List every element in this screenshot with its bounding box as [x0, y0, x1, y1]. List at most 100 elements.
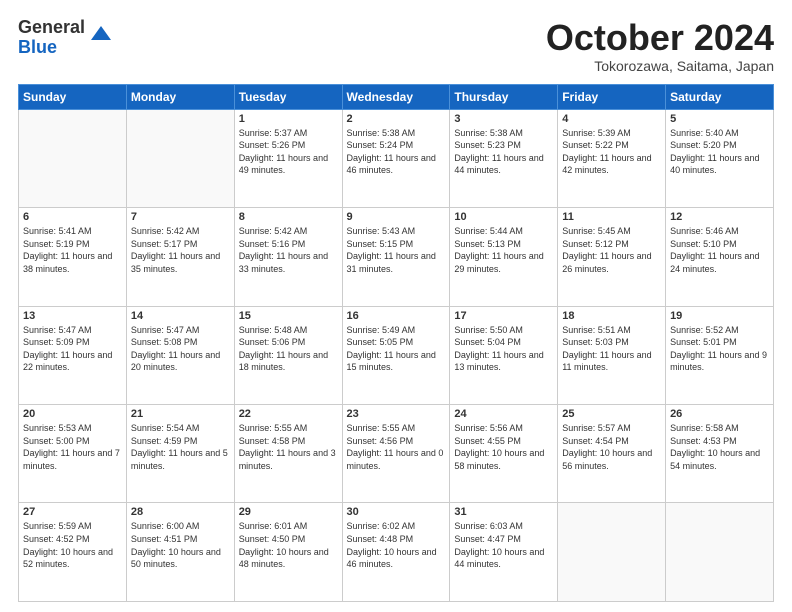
day-number: 17 — [454, 310, 553, 322]
day-info: Sunrise: 5:39 AMSunset: 5:22 PMDaylight:… — [562, 127, 661, 177]
calendar-cell: 28 Sunrise: 6:00 AMSunset: 4:51 PMDayligh… — [126, 503, 234, 602]
calendar-cell: 30 Sunrise: 6:02 AMSunset: 4:48 PMDayligh… — [342, 503, 450, 602]
day-number: 16 — [347, 310, 446, 322]
calendar-cell: 6 Sunrise: 5:41 AMSunset: 5:19 PMDaylight… — [19, 208, 127, 306]
calendar-cell: 20 Sunrise: 5:53 AMSunset: 5:00 PMDayligh… — [19, 405, 127, 503]
calendar-cell: 12Sunrise: 5:46 AMSunset: 5:10 PMDayligh… — [666, 208, 774, 306]
calendar-cell: 8Sunrise: 5:42 AMSunset: 5:16 PMDaylight… — [234, 208, 342, 306]
day-number: 5 — [670, 113, 769, 125]
logo-text: General Blue — [18, 18, 85, 58]
day-info: Sunrise: 5:40 AMSunset: 5:20 PMDaylight:… — [670, 127, 769, 177]
calendar-cell: 3Sunrise: 5:38 AMSunset: 5:23 PMDaylight… — [450, 109, 558, 207]
calendar-cell: 31 Sunrise: 6:03 AMSunset: 4:47 PMDayligh… — [450, 503, 558, 602]
calendar-cell: 27 Sunrise: 5:59 AMSunset: 4:52 PMDayligh… — [19, 503, 127, 602]
calendar-cell: 21 Sunrise: 5:54 AMSunset: 4:59 PMDayligh… — [126, 405, 234, 503]
col-header-tuesday: Tuesday — [234, 84, 342, 109]
calendar-header-row: SundayMondayTuesdayWednesdayThursdayFrid… — [19, 84, 774, 109]
col-header-friday: Friday — [558, 84, 666, 109]
calendar-week-4: 20 Sunrise: 5:53 AMSunset: 5:00 PMDayligh… — [19, 405, 774, 503]
day-number: 30 — [347, 506, 446, 518]
day-info: Sunrise: 5:51 AMSunset: 5:03 PMDaylight:… — [562, 324, 661, 374]
calendar-cell: 2 Sunrise: 5:38 AMSunset: 5:24 PMDaylight… — [342, 109, 450, 207]
day-info: Sunrise: 5:50 AMSunset: 5:04 PMDaylight:… — [454, 324, 553, 374]
calendar-cell: 17 Sunrise: 5:50 AMSunset: 5:04 PMDayligh… — [450, 306, 558, 404]
calendar-cell: 19 Sunrise: 5:52 AMSunset: 5:01 PMDayligh… — [666, 306, 774, 404]
calendar-cell: 22 Sunrise: 5:55 AMSunset: 4:58 PMDayligh… — [234, 405, 342, 503]
calendar-cell: 1 Sunrise: 5:37 AMSunset: 5:26 PMDaylight… — [234, 109, 342, 207]
col-header-wednesday: Wednesday — [342, 84, 450, 109]
day-number: 28 — [131, 506, 230, 518]
calendar-cell: 29Sunrise: 6:01 AMSunset: 4:50 PMDayligh… — [234, 503, 342, 602]
calendar-week-5: 27 Sunrise: 5:59 AMSunset: 4:52 PMDayligh… — [19, 503, 774, 602]
calendar-cell: 4 Sunrise: 5:39 AMSunset: 5:22 PMDaylight… — [558, 109, 666, 207]
month-title: October 2024 — [546, 18, 774, 58]
day-number: 20 — [23, 408, 122, 420]
header: General Blue October 2024 Tokorozawa, Sa… — [18, 18, 774, 74]
day-number: 10 — [454, 211, 553, 223]
day-number: 12 — [670, 211, 769, 223]
day-info: Sunrise: 5:56 AMSunset: 4:55 PMDaylight:… — [454, 422, 553, 472]
calendar-table: SundayMondayTuesdayWednesdayThursdayFrid… — [18, 84, 774, 602]
day-number: 4 — [562, 113, 661, 125]
day-info: Sunrise: 5:45 AMSunset: 5:12 PMDaylight:… — [562, 225, 661, 275]
day-info: Sunrise: 5:58 AMSunset: 4:53 PMDaylight:… — [670, 422, 769, 472]
day-number: 15 — [239, 310, 338, 322]
day-info: Sunrise: 5:38 AMSunset: 5:24 PMDaylight:… — [347, 127, 446, 177]
day-number: 21 — [131, 408, 230, 420]
location: Tokorozawa, Saitama, Japan — [546, 58, 774, 74]
day-number: 11 — [562, 211, 661, 223]
day-number: 2 — [347, 113, 446, 125]
calendar-week-2: 6 Sunrise: 5:41 AMSunset: 5:19 PMDaylight… — [19, 208, 774, 306]
day-info: Sunrise: 5:59 AMSunset: 4:52 PMDaylight:… — [23, 520, 122, 570]
logo-icon — [87, 20, 115, 48]
calendar-cell: 24Sunrise: 5:56 AMSunset: 4:55 PMDayligh… — [450, 405, 558, 503]
day-number: 18 — [562, 310, 661, 322]
day-info: Sunrise: 6:00 AMSunset: 4:51 PMDaylight:… — [131, 520, 230, 570]
day-info: Sunrise: 6:02 AMSunset: 4:48 PMDaylight:… — [347, 520, 446, 570]
calendar-cell: 11 Sunrise: 5:45 AMSunset: 5:12 PMDayligh… — [558, 208, 666, 306]
day-info: Sunrise: 5:49 AMSunset: 5:05 PMDaylight:… — [347, 324, 446, 374]
day-info: Sunrise: 6:03 AMSunset: 4:47 PMDaylight:… — [454, 520, 553, 570]
day-number: 1 — [239, 113, 338, 125]
calendar-cell: 26 Sunrise: 5:58 AMSunset: 4:53 PMDayligh… — [666, 405, 774, 503]
day-info: Sunrise: 5:55 AMSunset: 4:56 PMDaylight:… — [347, 422, 446, 472]
day-info: Sunrise: 5:52 AMSunset: 5:01 PMDaylight:… — [670, 324, 769, 374]
day-number: 6 — [23, 211, 122, 223]
calendar-week-3: 13 Sunrise: 5:47 AMSunset: 5:09 PMDayligh… — [19, 306, 774, 404]
calendar-cell: 18 Sunrise: 5:51 AMSunset: 5:03 PMDayligh… — [558, 306, 666, 404]
col-header-saturday: Saturday — [666, 84, 774, 109]
title-area: October 2024 Tokorozawa, Saitama, Japan — [546, 18, 774, 74]
day-number: 25 — [562, 408, 661, 420]
day-number: 29 — [239, 506, 338, 518]
calendar-week-1: 1 Sunrise: 5:37 AMSunset: 5:26 PMDaylight… — [19, 109, 774, 207]
day-number: 26 — [670, 408, 769, 420]
col-header-sunday: Sunday — [19, 84, 127, 109]
day-number: 22 — [239, 408, 338, 420]
day-info: Sunrise: 5:37 AMSunset: 5:26 PMDaylight:… — [239, 127, 338, 177]
day-info: Sunrise: 5:55 AMSunset: 4:58 PMDaylight:… — [239, 422, 338, 472]
day-info: Sunrise: 5:53 AMSunset: 5:00 PMDaylight:… — [23, 422, 122, 472]
day-info: Sunrise: 5:41 AMSunset: 5:19 PMDaylight:… — [23, 225, 122, 275]
day-info: Sunrise: 5:47 AMSunset: 5:09 PMDaylight:… — [23, 324, 122, 374]
day-info: Sunrise: 5:43 AMSunset: 5:15 PMDaylight:… — [347, 225, 446, 275]
day-number: 3 — [454, 113, 553, 125]
calendar-cell: 23Sunrise: 5:55 AMSunset: 4:56 PMDayligh… — [342, 405, 450, 503]
day-number: 13 — [23, 310, 122, 322]
calendar-cell: 9Sunrise: 5:43 AMSunset: 5:15 PMDaylight… — [342, 208, 450, 306]
calendar-cell — [19, 109, 127, 207]
calendar-cell: 14Sunrise: 5:47 AMSunset: 5:08 PMDayligh… — [126, 306, 234, 404]
day-number: 19 — [670, 310, 769, 322]
day-number: 14 — [131, 310, 230, 322]
calendar-cell — [126, 109, 234, 207]
calendar-cell: 10Sunrise: 5:44 AMSunset: 5:13 PMDayligh… — [450, 208, 558, 306]
day-number: 31 — [454, 506, 553, 518]
day-info: Sunrise: 5:54 AMSunset: 4:59 PMDaylight:… — [131, 422, 230, 472]
calendar-cell: 25Sunrise: 5:57 AMSunset: 4:54 PMDayligh… — [558, 405, 666, 503]
logo-blue: Blue — [18, 37, 57, 57]
page: General Blue October 2024 Tokorozawa, Sa… — [0, 0, 792, 612]
calendar-cell: 5 Sunrise: 5:40 AMSunset: 5:20 PMDaylight… — [666, 109, 774, 207]
calendar-cell: 7Sunrise: 5:42 AMSunset: 5:17 PMDaylight… — [126, 208, 234, 306]
calendar-cell — [558, 503, 666, 602]
day-info: Sunrise: 5:42 AMSunset: 5:16 PMDaylight:… — [239, 225, 338, 275]
day-number: 27 — [23, 506, 122, 518]
